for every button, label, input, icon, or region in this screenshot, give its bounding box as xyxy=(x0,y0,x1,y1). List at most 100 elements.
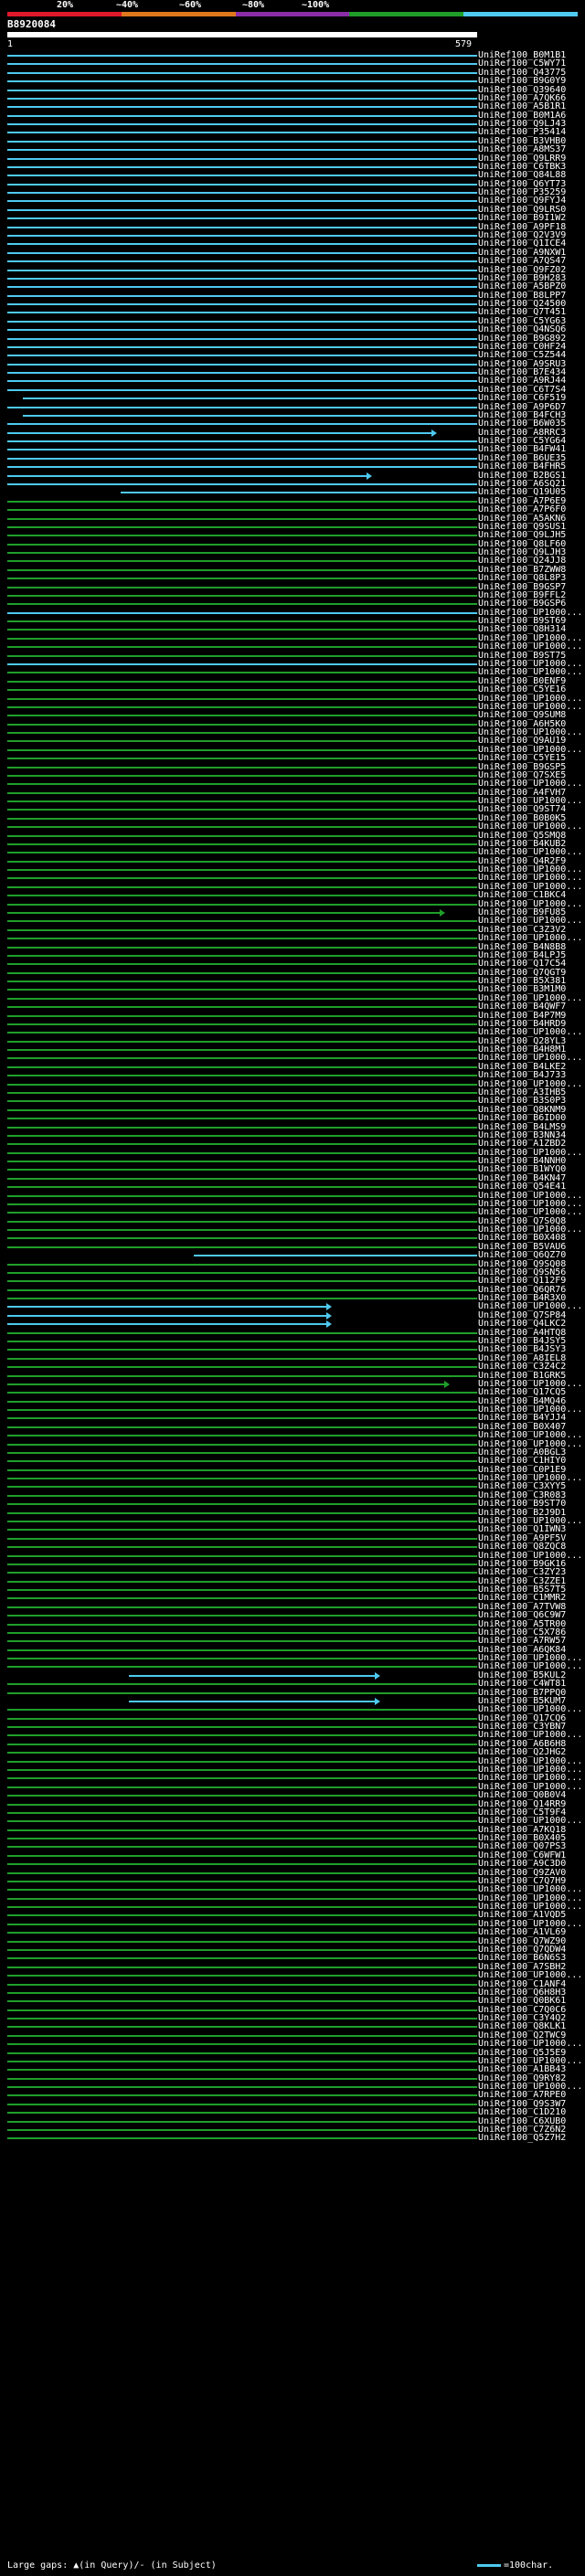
hit-alignment-line xyxy=(7,697,477,700)
hit-alignment-line xyxy=(7,1246,477,1248)
hit-alignment-line xyxy=(7,620,477,623)
hit-alignment-line xyxy=(7,1991,477,1994)
hit-alignment-line xyxy=(7,1975,477,1977)
hit-alignment-line xyxy=(7,1640,477,1643)
hit-alignment-line xyxy=(7,1468,477,1471)
hit-alignment-line xyxy=(7,380,477,383)
hit-alignment-line xyxy=(7,1932,477,1935)
hit-alignment-line xyxy=(7,1709,477,1712)
hit-alignment-line xyxy=(7,611,477,614)
hit-alignment-line xyxy=(7,1298,477,1300)
hit-alignment-line xyxy=(7,260,477,263)
hit-alignment-line xyxy=(7,106,477,109)
hit-alignment-line xyxy=(7,1606,477,1608)
hit-alignment-line xyxy=(7,1948,477,1951)
hit-alignment-line xyxy=(7,1486,477,1489)
hit-alignment-line xyxy=(7,388,477,391)
hit-alignment-line xyxy=(7,1023,477,1025)
hit-alignment-line xyxy=(7,895,477,897)
hit-alignment-line xyxy=(7,885,477,888)
hit-alignment-line xyxy=(7,1889,477,1892)
identity-scale-labels: 20% ~40% ~60% ~80% ~100% xyxy=(0,0,585,11)
hit-alignment-line xyxy=(7,963,477,966)
hit-alignment-line xyxy=(7,1366,477,1369)
hit-alignment-line xyxy=(7,1580,477,1583)
hit-alignment-line xyxy=(7,852,477,854)
hit-alignment-line xyxy=(7,1040,477,1043)
hit-alignment-line xyxy=(7,2128,477,2131)
hit-alignment-line xyxy=(7,1126,477,1129)
hit-alignment-line xyxy=(7,1032,477,1034)
hit-alignment-line xyxy=(7,1572,477,1574)
hit-alignment-line xyxy=(7,440,477,443)
hit-row[interactable]: UniRef100_Q5Z7H2 xyxy=(0,2133,585,2144)
hit-alignment-line xyxy=(7,928,477,931)
scale-label: ~80% xyxy=(242,0,265,10)
hit-alignment-line xyxy=(7,543,477,546)
hit-alignment-line xyxy=(7,312,477,314)
hit-alignment-line xyxy=(7,1786,477,1788)
hit-alignment-line xyxy=(7,663,477,665)
hit-alignment-line xyxy=(7,834,477,837)
hit-alignment-line xyxy=(7,1435,477,1437)
hit-label[interactable]: UniRef100_Q5Z7H2 xyxy=(478,2133,566,2144)
hit-alignment-line xyxy=(7,1314,326,1317)
hit-alignment-line xyxy=(7,286,477,289)
hit-alignment-line xyxy=(7,1511,477,1514)
hit-alignment-line xyxy=(7,1426,477,1428)
hit-alignment-line xyxy=(7,149,477,152)
hit-alignment-line xyxy=(22,414,477,417)
hit-alignment-line xyxy=(7,63,477,66)
hit-alignment-line xyxy=(7,1838,477,1840)
hit-alignment-line xyxy=(7,1597,477,1600)
hit-alignment-line xyxy=(7,2103,477,2105)
hit-alignment-line xyxy=(7,1648,477,1651)
hit-alignment-line xyxy=(7,817,477,820)
footer-note: Large gaps: ▲(in Query)/- (in Subject) xyxy=(7,2560,217,2571)
hit-alignment-line xyxy=(7,1691,477,1694)
hit-alignment-line xyxy=(7,1006,477,1009)
hit-alignment-line xyxy=(7,2000,477,2003)
hit-alignment-line xyxy=(7,560,477,563)
hit-alignment-line xyxy=(7,1065,477,1068)
hit-alignment-line xyxy=(7,423,477,426)
hit-alignment-line xyxy=(7,2120,477,2123)
scale-segment xyxy=(235,12,350,16)
hit-alignment-line xyxy=(7,715,477,717)
hit-alignment-line xyxy=(7,705,477,708)
hit-alignment-line xyxy=(7,303,477,306)
hit-alignment-line xyxy=(7,251,477,254)
hit-alignment-line xyxy=(7,483,477,485)
hit-alignment-line xyxy=(7,1014,477,1017)
hit-alignment-line xyxy=(7,1161,477,1163)
hit-alignment-line xyxy=(7,783,477,786)
hit-alignment-line xyxy=(7,971,477,974)
hit-alignment-line xyxy=(7,1554,477,1557)
hit-alignment-line xyxy=(7,903,477,906)
hit-alignment-line xyxy=(7,1237,477,1240)
hit-alignment-line xyxy=(7,277,477,280)
hit-alignment-line xyxy=(7,431,432,434)
hit-alignment-line xyxy=(7,474,367,477)
hit-alignment-line xyxy=(7,1769,477,1771)
hit-alignment-line xyxy=(7,1443,477,1446)
hit-alignment-line xyxy=(7,552,477,555)
hit-alignment-line xyxy=(7,843,477,845)
hit-alignment-line xyxy=(7,123,477,126)
hit-alignment-line xyxy=(7,568,477,571)
hit-alignment-line xyxy=(7,1134,477,1137)
hit-alignment-line xyxy=(7,1263,477,1266)
hit-alignment-line xyxy=(7,672,477,674)
hit-alignment-line xyxy=(7,1186,477,1189)
hit-alignment-line xyxy=(7,183,477,186)
hit-alignment-line xyxy=(7,1220,477,1223)
hit-alignment-line xyxy=(7,157,477,160)
hit-alignment-line xyxy=(7,517,477,520)
hit-alignment-line xyxy=(7,1108,477,1111)
hit-alignment-line xyxy=(7,2051,477,2054)
hit-alignment-line xyxy=(7,2026,477,2029)
hit-alignment-line xyxy=(7,1529,477,1532)
hit-alignment-line xyxy=(7,809,477,811)
hit-alignment-line xyxy=(7,294,477,297)
hit-alignment-line xyxy=(7,1940,477,1943)
